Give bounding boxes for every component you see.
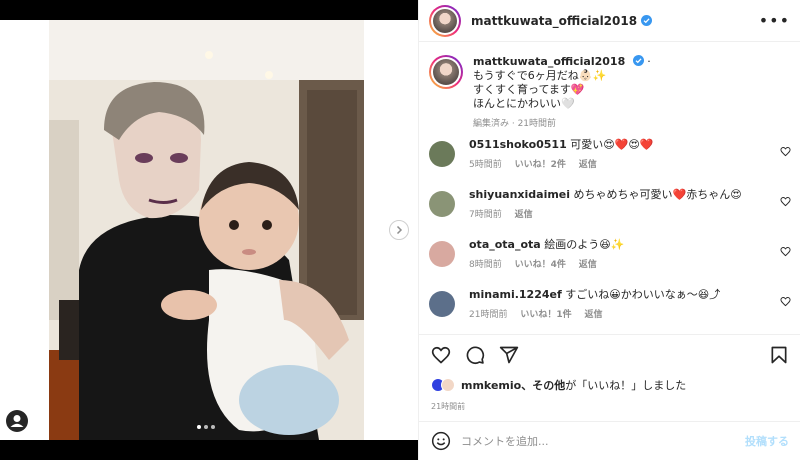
comment-likes[interactable]: いいね！2件 [515, 160, 566, 170]
next-slide-button[interactable] [389, 220, 409, 240]
liked-by-suffix: が「いいね！」しました [565, 379, 687, 392]
commenter-username[interactable]: minami.1224ef [469, 288, 562, 301]
comment-likes[interactable]: いいね！4件 [515, 260, 566, 270]
commenter-username[interactable]: ota_ota_ota [469, 238, 541, 251]
reply-button[interactable]: 返信 [584, 310, 602, 320]
author-username[interactable]: mattkuwata_official2018 [471, 14, 637, 28]
comments-list[interactable]: mattkuwata_official2018 · もうすぐで6ヶ月だね👶🏻✨ … [419, 43, 800, 333]
comment-item: minami.1224ef すごいね😀かわいいなぁ〜😆⤴︎ 21時間前 いいね！… [419, 288, 800, 333]
bookmark-icon[interactable] [769, 345, 789, 365]
post-photo[interactable] [49, 20, 364, 440]
post-actions: mmkemio 、その他 が「いいね！」しました 21時間前 [419, 334, 800, 412]
caption-author-avatar[interactable] [429, 55, 463, 89]
comment-text: すごいね😀かわいいなぁ〜😆⤴︎ [565, 288, 721, 301]
post-caption: mattkuwata_official2018 · もうすぐで6ヶ月だね👶🏻✨ … [419, 43, 800, 138]
author-avatar[interactable] [429, 4, 461, 37]
comment-heart-icon[interactable] [780, 146, 791, 157]
liked-by-user[interactable]: mmkemio [461, 379, 521, 392]
comment-time[interactable]: 8時間前 [469, 260, 502, 270]
post-media [0, 0, 418, 460]
caption-meta: 編集済み · 21時間前 [473, 119, 557, 129]
comment-text: 絵画のよう😆✨ [544, 238, 625, 251]
heart-icon[interactable] [431, 345, 451, 365]
share-icon[interactable] [499, 345, 519, 365]
reply-button[interactable]: 返信 [515, 210, 533, 220]
comment-likes[interactable]: いいね！1件 [520, 310, 571, 320]
tagged-user-icon[interactable] [6, 410, 28, 432]
carousel-indicator [197, 425, 215, 429]
comment-time[interactable]: 21時間前 [469, 310, 507, 320]
comment-item: 0511shoko0511 可愛い😍❤️😍❤️ 5時間前 いいね！2件 返信 [419, 138, 800, 188]
chevron-right-icon [396, 225, 403, 235]
commenter-avatar[interactable] [429, 291, 455, 317]
verified-badge-icon [632, 55, 644, 66]
comment-time[interactable]: 5時間前 [469, 160, 502, 170]
commenter-username[interactable]: shiyuanxidaimei [469, 188, 570, 201]
instagram-post-viewer: mattkuwata_official2018 ••• mattkuwata_o… [0, 0, 800, 460]
commenter-avatar[interactable] [429, 191, 455, 217]
comment-text: めちゃめちゃ可愛い❤️赤ちゃん😍 [573, 188, 742, 201]
post-timestamp[interactable]: 21時間前 [431, 401, 789, 412]
comment-item: ota_ota_ota 絵画のよう😆✨ 8時間前 いいね！4件 返信 [419, 238, 800, 288]
comment-heart-icon[interactable] [780, 246, 791, 257]
emoji-icon[interactable] [431, 431, 451, 451]
caption-line: すくすく育ってます💖 [473, 83, 585, 96]
comment-heart-icon[interactable] [780, 296, 791, 307]
comment-heart-icon[interactable] [780, 196, 791, 207]
post-comment-button[interactable]: 投稿する [745, 433, 789, 449]
post-side-panel: mattkuwata_official2018 ••• mattkuwata_o… [418, 0, 800, 460]
carousel-dot [197, 425, 201, 429]
comment-icon[interactable] [465, 345, 485, 365]
post-header: mattkuwata_official2018 ••• [419, 0, 800, 42]
media-letterbox-bottom [0, 440, 418, 460]
reply-button[interactable]: 返信 [579, 260, 597, 270]
caption-line: ほんとにかわいい🤍 [473, 97, 575, 110]
more-options-icon[interactable]: ••• [759, 11, 790, 30]
liked-by-others[interactable]: 、その他 [521, 377, 565, 393]
likes-summary: mmkemio 、その他 が「いいね！」しました [431, 377, 789, 393]
comment-input[interactable] [461, 434, 745, 448]
carousel-dot [211, 425, 215, 429]
reply-button[interactable]: 返信 [579, 160, 597, 170]
media-letterbox-top [0, 0, 418, 20]
comment-text: 可愛い😍❤️😍❤️ [570, 138, 654, 151]
liker-avatar [441, 378, 455, 392]
commenter-username[interactable]: 0511shoko0511 [469, 138, 567, 151]
comment-time[interactable]: 7時間前 [469, 210, 502, 220]
comment-composer: 投稿する [419, 421, 800, 460]
commenter-avatar[interactable] [429, 241, 455, 267]
caption-line: もうすぐで6ヶ月だね👶🏻✨ [473, 69, 607, 82]
carousel-dot [204, 425, 208, 429]
verified-badge-icon [641, 15, 653, 26]
comment-item: shiyuanxidaimei めちゃめちゃ可愛い❤️赤ちゃん😍 7時間前 返信 [419, 188, 800, 238]
caption-author-username[interactable]: mattkuwata_official2018 [473, 55, 625, 68]
commenter-avatar[interactable] [429, 141, 455, 167]
